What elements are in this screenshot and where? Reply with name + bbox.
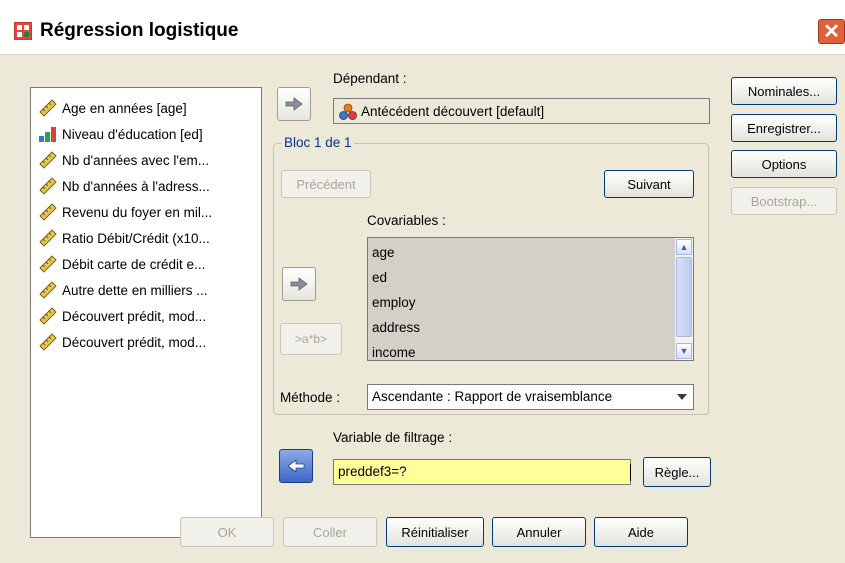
previous-block-button[interactable]: Précédent: [281, 170, 371, 198]
scroll-up-icon[interactable]: ▲: [676, 239, 692, 255]
scale-ruler-icon: [39, 255, 57, 273]
data-grid-icon: [14, 22, 32, 40]
variable-label: Revenu du foyer en mil...: [62, 204, 213, 220]
scroll-thumb[interactable]: [676, 257, 692, 337]
save-button[interactable]: Enregistrer...: [731, 114, 837, 142]
filter-variable-input[interactable]: preddef3=?: [333, 459, 631, 485]
variable-list-item[interactable]: Nb d'années avec l'em...: [38, 149, 209, 171]
arrow-right-icon: [290, 277, 308, 291]
scale-ruler-icon: [39, 151, 57, 169]
dependent-value: Antécédent découvert [default]: [361, 104, 545, 119]
rule-button[interactable]: Règle...: [643, 457, 711, 487]
method-value: Ascendante : Rapport de vraisemblance: [372, 389, 613, 404]
dependent-label: Dépendant :: [333, 71, 407, 86]
move-filter-button[interactable]: [279, 449, 313, 483]
bootstrap-button[interactable]: Bootstrap...: [731, 187, 837, 215]
covariates-scrollbar[interactable]: ▲ ▼: [674, 238, 693, 360]
nominal-variable-icon: [339, 103, 357, 120]
variable-label: Nb d'années avec l'em...: [62, 152, 209, 168]
covariate-item[interactable]: ed: [372, 270, 387, 285]
variable-label: Niveau d'éducation [ed]: [62, 126, 203, 142]
arrow-left-icon: [287, 459, 305, 473]
next-block-button[interactable]: Suivant: [604, 170, 694, 198]
logistic-regression-dialog: Régression logistique ✕ Age en années [a…: [0, 0, 845, 563]
variable-list-item[interactable]: Autre dette en milliers ...: [38, 279, 208, 301]
chevron-down-icon: [677, 394, 687, 400]
close-button[interactable]: ✕: [818, 19, 845, 44]
cancel-button[interactable]: Annuler: [492, 517, 586, 547]
variable-label: Débit carte de crédit e...: [62, 256, 206, 272]
arrow-right-icon: [285, 97, 303, 111]
paste-button[interactable]: Coller: [283, 517, 377, 547]
covariate-item[interactable]: age: [372, 245, 395, 260]
variable-label: Ratio Débit/Crédit (x10...: [62, 230, 210, 246]
variable-list-item[interactable]: Débit carte de crédit e...: [38, 253, 205, 275]
variable-label: Nb d'années à l'adress...: [62, 178, 210, 194]
scroll-down-icon[interactable]: ▼: [676, 343, 692, 359]
variable-list-item[interactable]: Age en années [age]: [38, 97, 187, 119]
filter-value: preddef3=?: [338, 464, 407, 479]
scale-ruler-icon: [39, 229, 57, 247]
next-block-label: Suivant: [627, 176, 671, 192]
covariate-item[interactable]: income: [372, 345, 416, 360]
text-caret: [630, 464, 631, 481]
nominal-button[interactable]: Nominales...: [731, 77, 837, 105]
block-legend: Bloc 1 de 1: [282, 135, 354, 150]
variable-list-item[interactable]: Découvert prédit, mod...: [38, 331, 206, 353]
window-title: Régression logistique: [40, 20, 239, 41]
scale-ruler-icon: [39, 99, 57, 117]
variable-list-item[interactable]: Découvert prédit, mod...: [38, 305, 206, 327]
filter-variable-label: Variable de filtrage :: [333, 430, 453, 445]
covariates-label: Covariables :: [367, 213, 446, 228]
ok-button[interactable]: OK: [180, 517, 274, 547]
reset-button[interactable]: Réinitialiser: [386, 517, 484, 547]
variable-list-item[interactable]: Revenu du foyer en mil...: [38, 201, 212, 223]
variable-label: Autre dette en milliers ...: [62, 282, 208, 298]
variable-label: Découvert prédit, mod...: [62, 334, 207, 350]
dependent-field[interactable]: Antécédent découvert [default]: [333, 98, 710, 124]
covariate-item[interactable]: employ: [372, 295, 416, 310]
variable-list-item[interactable]: Nb d'années à l'adress...: [38, 175, 210, 197]
title-bar: Régression logistique ✕: [0, 0, 845, 55]
method-label: Méthode :: [280, 390, 341, 405]
move-covariate-button[interactable]: [282, 267, 316, 301]
interaction-button[interactable]: >a*b>: [280, 323, 342, 355]
covariates-list[interactable]: income address employ ed age ▲ ▼: [367, 237, 694, 361]
source-variable-list[interactable]: Age en années [age] Niveau d'éducation [e…: [30, 87, 262, 538]
variable-label: Age en années [age]: [62, 100, 187, 116]
scale-ruler-icon: [39, 203, 57, 221]
scale-ruler-icon: [39, 333, 57, 351]
variable-label: Découvert prédit, mod...: [62, 308, 207, 324]
scale-ruler-icon: [39, 177, 57, 195]
variable-list-item[interactable]: Ratio Débit/Crédit (x10...: [38, 227, 210, 249]
move-dependent-button[interactable]: [277, 87, 311, 121]
options-button[interactable]: Options: [731, 150, 837, 178]
scale-ruler-icon: [39, 307, 57, 325]
covariate-item[interactable]: address: [372, 320, 420, 335]
ordinal-bars-icon: [39, 127, 56, 142]
help-button[interactable]: Aide: [594, 517, 688, 547]
scale-ruler-icon: [39, 281, 57, 299]
method-dropdown[interactable]: Ascendante : Rapport de vraisemblance: [367, 384, 694, 410]
variable-list-item[interactable]: Niveau d'éducation [ed]: [38, 123, 203, 145]
